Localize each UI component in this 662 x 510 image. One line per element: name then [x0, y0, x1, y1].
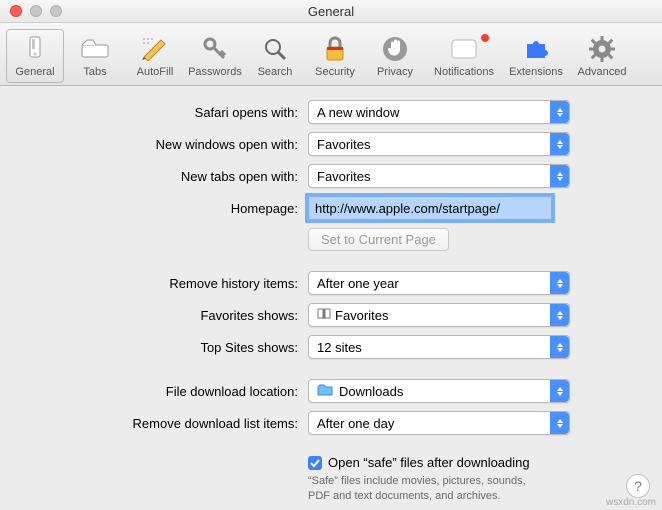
favorites-shows-label: Favorites shows: [18, 308, 308, 323]
toolbar-label: AutoFill [137, 66, 174, 78]
set-current-page-button[interactable]: Set to Current Page [308, 228, 449, 251]
toolbar-label: Advanced [578, 66, 627, 78]
tabs-icon [67, 34, 123, 64]
select-value: Favorites [317, 169, 370, 184]
remove-history-select[interactable]: After one year [308, 271, 570, 295]
folder-icon [317, 384, 333, 399]
select-value: A new window [317, 105, 399, 120]
toolbar-security[interactable]: Security [306, 29, 364, 83]
chevron-updown-icon [550, 165, 569, 187]
download-location-select[interactable]: Downloads [308, 379, 570, 403]
select-value: Favorites [317, 137, 370, 152]
select-value: Downloads [339, 384, 403, 399]
toolbar-advanced[interactable]: Advanced [570, 29, 634, 83]
chevron-updown-icon [550, 412, 569, 434]
toolbar-label: Tabs [83, 66, 106, 78]
toolbar-search[interactable]: Search [246, 29, 304, 83]
open-safe-checkbox-label[interactable]: Open “safe” files after downloading [308, 455, 538, 470]
preferences-window: General General Tabs AutoFill Passwords [0, 0, 662, 510]
chevron-updown-icon [550, 336, 569, 358]
chevron-updown-icon [550, 101, 569, 123]
select-value: Favorites [335, 308, 388, 323]
watermark: wsxdn.com [606, 497, 656, 508]
toolbar-privacy[interactable]: Privacy [366, 29, 424, 83]
new-tabs-select[interactable]: Favorites [308, 164, 570, 188]
titlebar: General [0, 0, 662, 23]
toolbar-tabs[interactable]: Tabs [66, 29, 124, 83]
toolbar-label: Privacy [377, 66, 413, 78]
new-windows-select[interactable]: Favorites [308, 132, 570, 156]
key-icon [187, 34, 243, 64]
top-sites-label: Top Sites shows: [18, 340, 308, 355]
content-area: Safari opens with: A new window New wind… [0, 86, 662, 510]
toolbar-label: Extensions [509, 66, 563, 78]
top-sites-select[interactable]: 12 sites [308, 335, 570, 359]
remove-downloads-label: Remove download list items: [18, 416, 308, 431]
toolbar-passwords[interactable]: Passwords [186, 29, 244, 83]
homepage-label: Homepage: [18, 201, 308, 216]
chevron-updown-icon [550, 272, 569, 294]
homepage-input[interactable] [308, 196, 552, 220]
open-safe-row: Open “safe” files after downloading “Saf… [308, 455, 538, 504]
favorites-shows-select[interactable]: Favorites [308, 303, 570, 327]
zoom-button[interactable] [50, 5, 62, 17]
remove-downloads-select[interactable]: After one day [308, 411, 570, 435]
help-button[interactable]: ? [626, 474, 650, 498]
toolbar-general[interactable]: General [6, 29, 64, 83]
toolbar-label: Security [315, 66, 355, 78]
toolbar-label: Notifications [434, 66, 494, 78]
search-icon [247, 34, 303, 64]
open-safe-text: Open “safe” files after downloading [328, 455, 530, 470]
toolbar-extensions[interactable]: Extensions [504, 29, 568, 83]
preferences-toolbar: General Tabs AutoFill Passwords Search [0, 23, 662, 86]
select-value: 12 sites [317, 340, 362, 355]
hand-icon [367, 34, 423, 64]
remove-history-label: Remove history items: [18, 276, 308, 291]
safari-opens-select[interactable]: A new window [308, 100, 570, 124]
notifications-icon [427, 34, 501, 64]
toolbar-autofill[interactable]: AutoFill [126, 29, 184, 83]
gear-icon [571, 34, 633, 64]
select-value: After one day [317, 416, 394, 431]
window-title: General [0, 4, 662, 19]
close-button[interactable] [10, 5, 22, 17]
toolbar-label: General [15, 66, 54, 78]
new-windows-label: New windows open with: [18, 137, 308, 152]
general-icon [7, 34, 63, 64]
book-icon [317, 308, 331, 323]
lock-icon [307, 34, 363, 64]
open-safe-checkbox[interactable] [308, 456, 322, 470]
notification-badge-icon [481, 34, 489, 42]
autofill-icon [127, 34, 183, 64]
toolbar-notifications[interactable]: Notifications [426, 29, 502, 83]
chevron-updown-icon [550, 133, 569, 155]
download-location-label: File download location: [18, 384, 308, 399]
minimize-button[interactable] [30, 5, 42, 17]
safari-opens-label: Safari opens with: [18, 105, 308, 120]
new-tabs-label: New tabs open with: [18, 169, 308, 184]
safe-description: “Safe” files include movies, pictures, s… [308, 474, 538, 504]
toolbar-label: Search [258, 66, 293, 78]
chevron-updown-icon [550, 380, 569, 402]
traffic-lights [0, 5, 62, 17]
chevron-updown-icon [550, 304, 569, 326]
puzzle-icon [505, 34, 567, 64]
toolbar-label: Passwords [188, 66, 242, 78]
select-value: After one year [317, 276, 399, 291]
